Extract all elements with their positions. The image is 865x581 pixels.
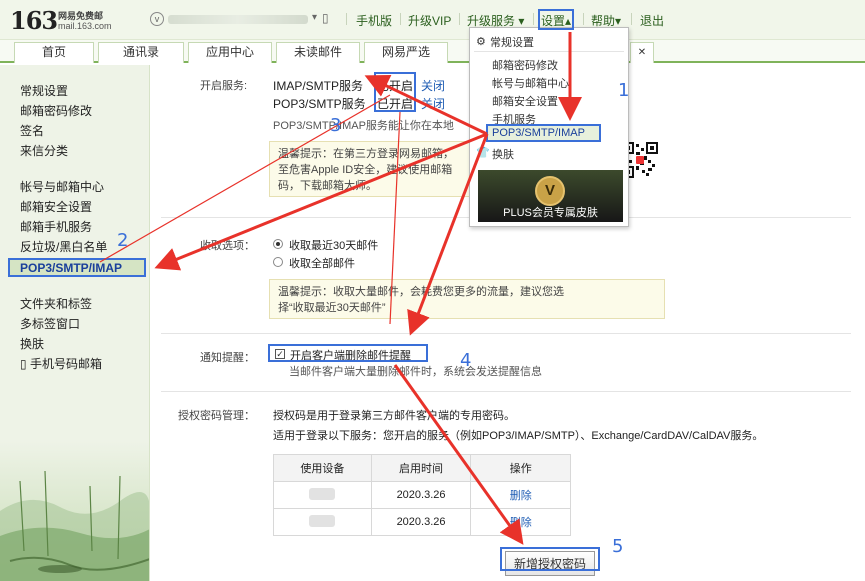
arrow (99, 94, 391, 263)
screenshot-stage: 163 网易免费邮 mail.163.com v ▾ ▯ 手机版 升级VIP 升… (0, 0, 865, 581)
arrow (364, 74, 488, 136)
annotation-number: 4 (460, 350, 472, 371)
arrow (154, 132, 488, 271)
arrow (393, 364, 524, 545)
annotation-number: 2 (117, 230, 129, 251)
arrow (389, 111, 401, 325)
arrow (407, 133, 489, 336)
annotation-number: 3 (330, 115, 342, 136)
annotation-number: 1 (618, 80, 630, 101)
tutorial-arrows (99, 32, 582, 545)
annotation-number: 5 (612, 536, 624, 557)
